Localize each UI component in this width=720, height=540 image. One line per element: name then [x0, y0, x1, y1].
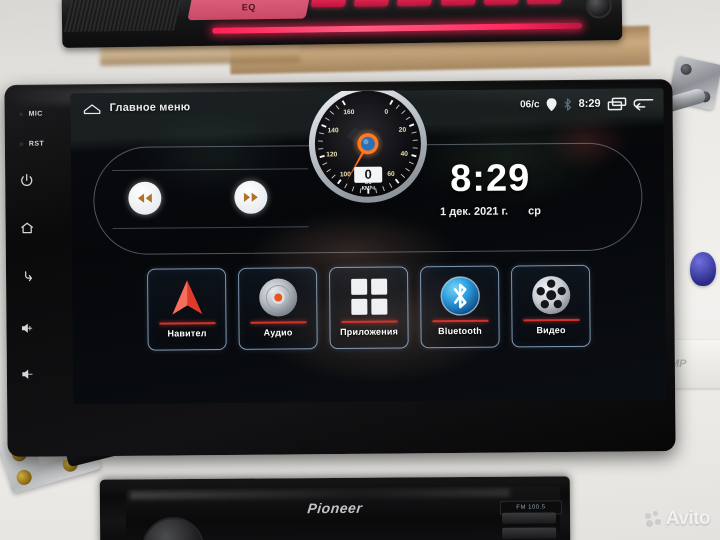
- svg-text:20: 20: [398, 127, 406, 134]
- touchscreen[interactable]: Главное меню 06/c 8:29 8:29 1 дек. 2021 …: [70, 88, 667, 405]
- svg-text:140: 140: [327, 127, 338, 134]
- clock-date: 1 дек. 2021 г.: [440, 205, 509, 219]
- svg-text:60: 60: [387, 171, 395, 178]
- app-tile-label: Bluetooth: [438, 325, 482, 337]
- cd-disc-icon: [258, 273, 298, 321]
- volume-down-icon[interactable]: [21, 367, 36, 382]
- avito-watermark: Avito: [644, 508, 711, 530]
- fast-forward-icon: [242, 191, 259, 204]
- svg-text:160: 160: [343, 109, 354, 116]
- svg-text:100: 100: [339, 171, 350, 178]
- reset-pinhole-icon[interactable]: [18, 141, 24, 147]
- avito-wordmark: Avito: [665, 508, 711, 529]
- top-car-stereo: EQ: [61, 0, 623, 48]
- bezel-reset[interactable]: RST: [5, 140, 71, 148]
- svg-text:0: 0: [364, 167, 371, 182]
- app-dock: Навител Аудио Приложения Bluetooth Видео: [72, 264, 666, 361]
- app-tile-bluetooth[interactable]: Bluetooth: [419, 265, 500, 349]
- bezel-mic-label: MIC: [28, 110, 43, 118]
- top-button-row: [310, 0, 563, 10]
- power-icon[interactable]: [19, 173, 34, 188]
- recents-icon[interactable]: [607, 97, 627, 110]
- home-outline-icon[interactable]: [83, 102, 102, 115]
- app-tile-label: Видео: [536, 325, 566, 336]
- apps-grid-icon: [350, 273, 388, 321]
- app-tile-audio[interactable]: Аудио: [237, 267, 318, 350]
- bezel-mic: MIC: [5, 110, 71, 118]
- led-strip: [212, 22, 583, 34]
- mic-pinhole-icon: [18, 111, 24, 117]
- status-time: 8:29: [578, 97, 601, 110]
- eq-badge-label: EQ: [241, 2, 256, 13]
- bluetooth-icon: [563, 97, 571, 111]
- app-tile-label: Навител: [167, 328, 207, 339]
- svg-text:40: 40: [400, 151, 408, 158]
- app-tile-applications[interactable]: Приложения: [328, 266, 409, 350]
- bezel-volume-up-button[interactable]: [6, 320, 72, 336]
- svg-text:КМ/Ч: КМ/Ч: [361, 186, 375, 192]
- app-tile-navitel[interactable]: Навител: [146, 267, 227, 351]
- page-title: Главное меню: [109, 101, 191, 115]
- photo-scene: EQ MP Pioneer FM 100.5 MIC RST Главное м…: [0, 0, 720, 540]
- navigation-arrow-icon: [170, 274, 204, 322]
- back-icon[interactable]: [20, 269, 35, 284]
- app-tile-label: Приложения: [340, 326, 399, 338]
- bezel-power-button[interactable]: [5, 172, 71, 188]
- left-bezel: MIC RST: [4, 84, 73, 457]
- film-reel-icon: [531, 271, 571, 319]
- bluetooth-circle-icon: [440, 272, 480, 320]
- app-tile-video[interactable]: Видео: [510, 264, 591, 348]
- svg-text:120: 120: [326, 151, 337, 158]
- app-tile-label: Аудио: [263, 327, 293, 338]
- speedometer-gauge: 020406080100120140160: [306, 88, 429, 205]
- speaker-mesh: [63, 0, 182, 32]
- previous-track-button[interactable]: [128, 181, 162, 215]
- bezel-volume-down-button[interactable]: [7, 366, 73, 382]
- media-controls: [108, 146, 309, 254]
- bezel-back-button[interactable]: [6, 268, 72, 284]
- bezel-reset-label: RST: [28, 140, 45, 148]
- blue-knob: [690, 252, 716, 286]
- speed-indicator: 06/c: [520, 98, 540, 110]
- location-pin-icon: [546, 97, 557, 111]
- next-track-button[interactable]: [234, 180, 268, 214]
- rewind-icon: [136, 192, 153, 205]
- eq-badge: EQ: [187, 0, 311, 21]
- android-head-unit: MIC RST Главное меню 06/c 8:29 8:29 1 де…: [4, 79, 676, 457]
- pioneer-side-buttons: [502, 512, 557, 540]
- clock-weekday: ср: [528, 205, 541, 218]
- pioneer-stereo: Pioneer FM 100.5: [99, 476, 571, 540]
- top-volume-knob: [585, 0, 613, 19]
- pioneer-logo: Pioneer: [306, 499, 364, 517]
- avito-logo-icon: [644, 510, 662, 528]
- back-arrow-icon[interactable]: [633, 97, 654, 110]
- home-icon[interactable]: [20, 221, 35, 236]
- volume-up-icon[interactable]: [20, 321, 35, 336]
- svg-text:0: 0: [384, 109, 388, 116]
- bezel-home-button[interactable]: [6, 220, 72, 236]
